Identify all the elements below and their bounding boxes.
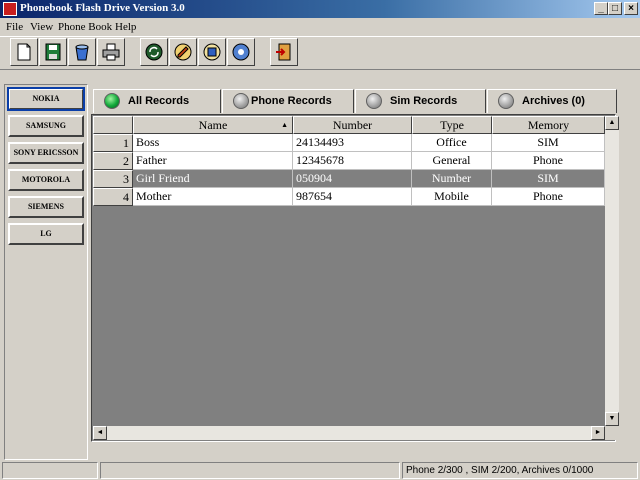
tab-label: Phone Records <box>251 95 332 107</box>
maximize-button[interactable]: □ <box>608 2 622 15</box>
column-header-name[interactable]: Name ▲ <box>133 116 293 134</box>
close-button[interactable]: × <box>624 2 638 15</box>
save-disk-button[interactable] <box>198 38 226 66</box>
sync-button[interactable] <box>140 38 168 66</box>
status-led-icon <box>104 93 120 109</box>
status-led-icon <box>233 93 249 109</box>
cell-memory[interactable]: SIM <box>492 170 605 188</box>
sync-icon <box>145 43 163 61</box>
table-row[interactable]: 1 Boss 24134493 Office SIM <box>93 134 605 152</box>
row-number: 4 <box>93 188 133 206</box>
menu-phone-book[interactable]: Phone Book <box>58 21 112 33</box>
cell-type[interactable]: General <box>412 152 492 170</box>
status-panel-2 <box>100 462 400 479</box>
dial-icon <box>232 43 250 61</box>
tab-archives[interactable]: Archives (0) <box>487 89 617 113</box>
menu-view[interactable]: View <box>30 21 53 33</box>
title-bar: Phonebook Flash Drive Version 3.0 _ □ × <box>0 0 640 18</box>
column-header-type[interactable]: Type <box>412 116 492 134</box>
menu-help[interactable]: Help <box>115 21 136 33</box>
tab-sim-records[interactable]: Sim Records <box>355 89 486 113</box>
menu-bar: File View Phone Book Help <box>0 19 640 35</box>
horizontal-scrollbar[interactable]: ◄ ► <box>93 426 605 440</box>
tab-label: Archives (0) <box>522 95 585 107</box>
row-number: 2 <box>93 152 133 170</box>
vertical-scrollbar[interactable]: ▲ ▼ <box>605 116 619 426</box>
dial-button[interactable] <box>227 38 255 66</box>
menu-file[interactable]: File <box>6 21 23 33</box>
row-number-header <box>93 116 133 134</box>
scrollbar-corner <box>605 426 619 440</box>
table-row[interactable]: 2 Father 12345678 General Phone <box>93 152 605 170</box>
cell-name[interactable]: Father <box>133 152 293 170</box>
cell-memory[interactable]: Phone <box>492 152 605 170</box>
brand-panel <box>4 84 88 460</box>
delete-button[interactable] <box>68 38 96 66</box>
brand-lg-button[interactable]: LG <box>8 223 84 245</box>
row-number: 3 <box>93 170 133 188</box>
column-header-memory[interactable]: Memory <box>492 116 605 134</box>
status-bar: Phone 2/300 , SIM 2/200, Archives 0/1000 <box>0 461 640 480</box>
cell-name[interactable]: Mother <box>133 188 293 206</box>
save-icon <box>45 43 61 61</box>
status-record-counts: Phone 2/300 , SIM 2/200, Archives 0/1000 <box>402 462 638 479</box>
new-icon <box>17 43 31 61</box>
save-disk-icon <box>203 43 221 61</box>
table-row[interactable]: 4 Mother 987654 Mobile Phone <box>93 188 605 206</box>
brand-sony-ericsson-button[interactable]: SONY ERICSSON <box>8 142 84 164</box>
brand-siemens-button[interactable]: SIEMENS <box>8 196 84 218</box>
delete-icon <box>75 44 89 61</box>
column-header-label: Name <box>198 118 228 132</box>
status-panel-1 <box>2 462 98 479</box>
print-button[interactable] <box>97 38 125 66</box>
exit-icon <box>276 43 291 61</box>
cell-memory[interactable]: Phone <box>492 188 605 206</box>
brand-samsung-button[interactable]: SAMSUNG <box>8 115 84 137</box>
scroll-down-button[interactable]: ▼ <box>605 412 619 426</box>
scroll-right-button[interactable]: ► <box>591 426 605 440</box>
status-led-icon <box>498 93 514 109</box>
cell-number[interactable]: 24134493 <box>293 134 412 152</box>
cell-type[interactable]: Mobile <box>412 188 492 206</box>
records-table: Name ▲ Number Type Memory 1 Boss 2413449… <box>91 114 619 442</box>
tab-label: All Records <box>128 95 190 107</box>
column-header-number[interactable]: Number <box>293 116 412 134</box>
brand-nokia-button[interactable]: NOKIA <box>7 87 85 111</box>
tab-label: Sim Records <box>390 95 458 107</box>
edit-button[interactable] <box>169 38 197 66</box>
cell-number[interactable]: 12345678 <box>293 152 412 170</box>
cell-memory[interactable]: SIM <box>492 134 605 152</box>
edit-icon <box>174 43 192 61</box>
table-row-selected[interactable]: 3 Girl Friend 050904 Number SIM <box>93 170 605 188</box>
cell-name[interactable]: Boss <box>133 134 293 152</box>
toolbar <box>0 36 640 70</box>
cell-number[interactable]: 050904 <box>293 170 412 188</box>
new-button[interactable] <box>10 38 38 66</box>
scroll-left-button[interactable]: ◄ <box>93 426 107 440</box>
status-led-icon <box>366 93 382 109</box>
save-button[interactable] <box>39 38 67 66</box>
exit-button[interactable] <box>270 38 298 66</box>
app-icon <box>3 2 17 16</box>
row-number: 1 <box>93 134 133 152</box>
window-title: Phonebook Flash Drive Version 3.0 <box>20 2 185 14</box>
cell-number[interactable]: 987654 <box>293 188 412 206</box>
minimize-button[interactable]: _ <box>594 2 608 15</box>
tab-phone-records[interactable]: Phone Records <box>222 89 354 113</box>
brand-motorola-button[interactable]: MOTOROLA <box>8 169 84 191</box>
cell-type[interactable]: Office <box>412 134 492 152</box>
tab-all-records[interactable]: All Records <box>93 89 221 113</box>
sort-ascending-icon: ▲ <box>281 121 288 129</box>
scroll-up-button[interactable]: ▲ <box>605 116 619 130</box>
print-icon <box>102 43 120 61</box>
cell-type[interactable]: Number <box>412 170 492 188</box>
cell-name[interactable]: Girl Friend <box>133 170 293 188</box>
